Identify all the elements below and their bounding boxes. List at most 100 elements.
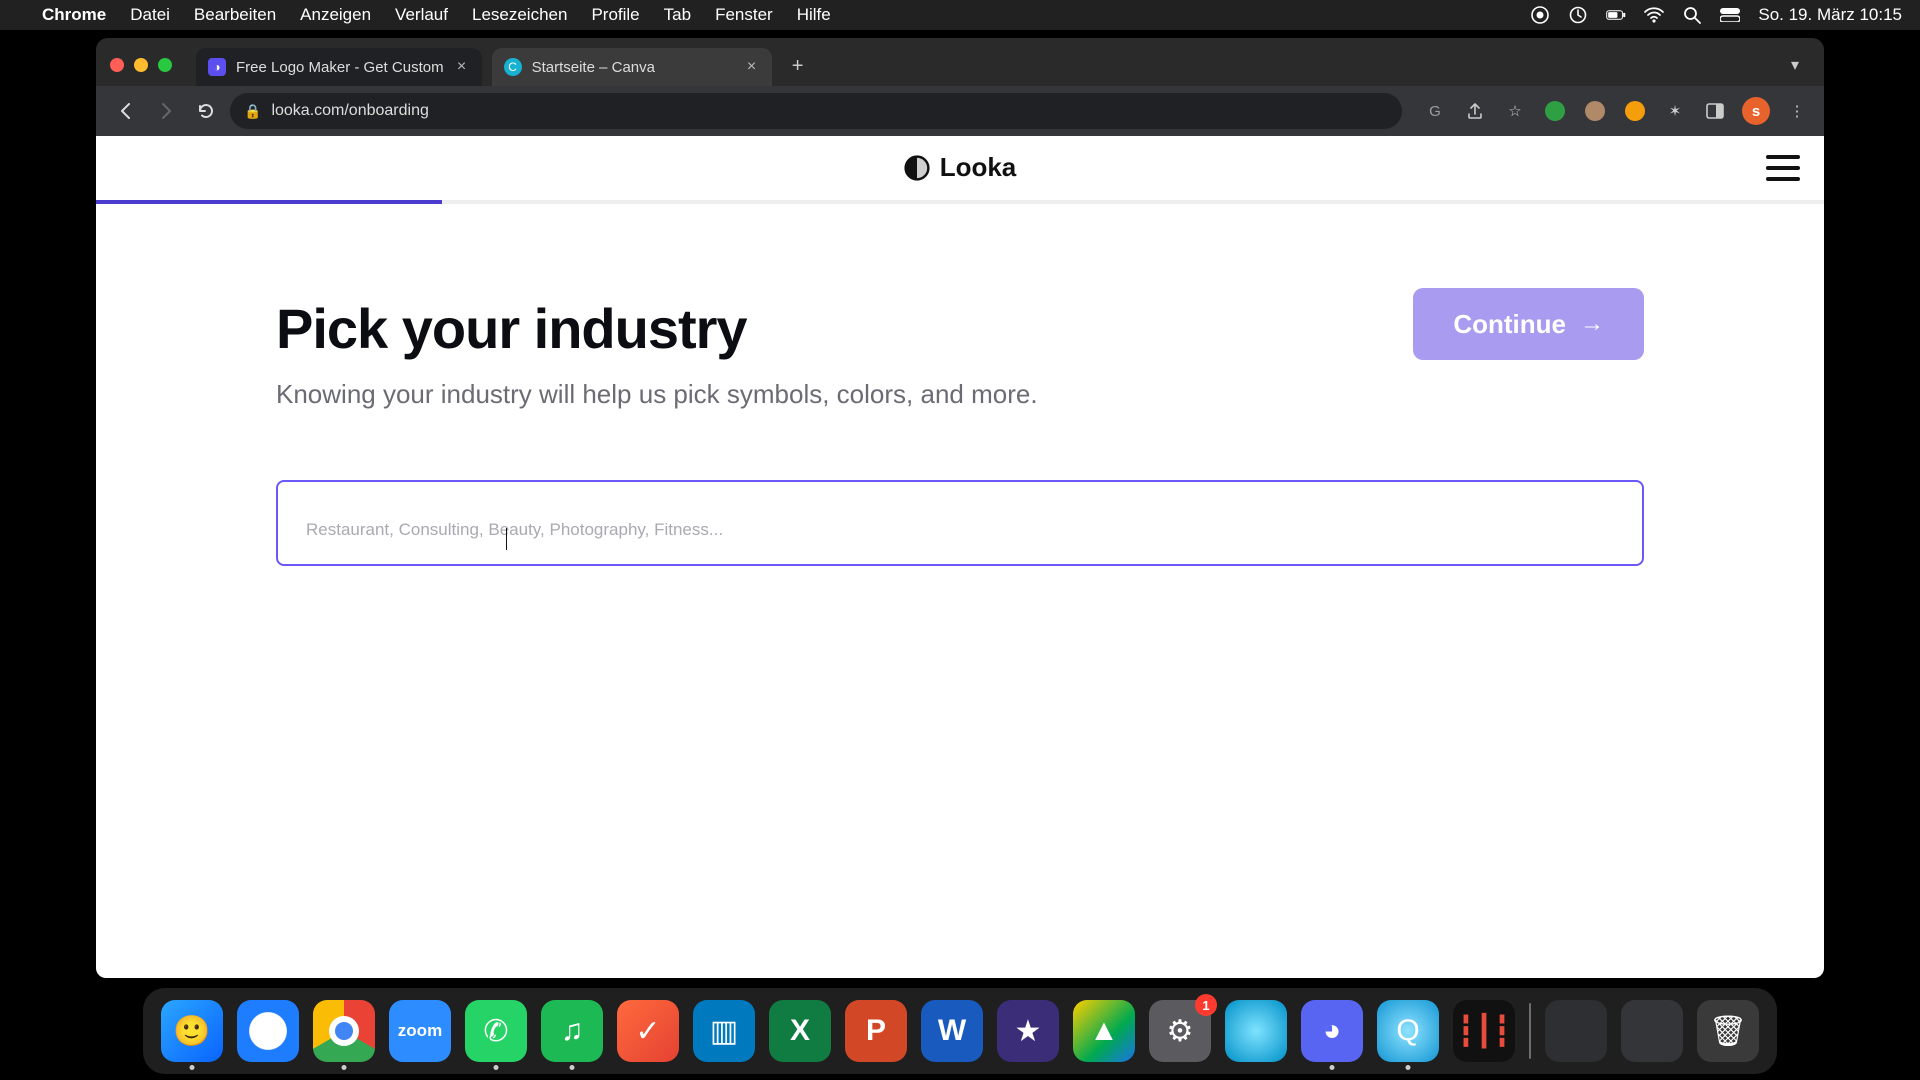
dock-trash[interactable]: 🗑 [1697,1000,1759,1062]
profile-avatar[interactable]: s [1742,97,1770,125]
dock-chrome[interactable] [313,1000,375,1062]
menu-hilfe[interactable]: Hilfe [797,5,831,25]
chrome-menu-icon[interactable]: ⋮ [1784,98,1810,124]
new-tab-button[interactable]: + [782,50,814,82]
dock-spotify[interactable]: ♫ [541,1000,603,1062]
todoist-icon: ✓ [635,1014,660,1049]
arrow-right-icon: → [1580,310,1604,338]
dock-minimized-1[interactable] [1545,1000,1607,1062]
dock-minimized-2[interactable] [1621,1000,1683,1062]
dock-todoist[interactable]: ✓ [617,1000,679,1062]
menu-fenster[interactable]: Fenster [715,5,773,25]
discord-icon: ◕ [1323,1014,1341,1048]
waveform-icon: ┇┃┇ [1457,1014,1511,1049]
dock-audio-app[interactable]: ┇┃┇ [1453,1000,1515,1062]
tab-overflow-icon[interactable]: ▾ [1780,50,1810,80]
dock-trello[interactable]: ▥ [693,1000,755,1062]
word-icon: W [938,1014,966,1048]
menu-bearbeiten[interactable]: Bearbeiten [194,5,276,25]
extension-orange-icon[interactable] [1622,98,1648,124]
page-viewport: Looka Continue → Pick your industry Know… [96,136,1824,978]
industry-input[interactable] [276,480,1644,566]
reload-button[interactable] [190,95,222,127]
screentime-icon[interactable] [1568,5,1588,25]
dock-zoom[interactable]: zoom [389,1000,451,1062]
excel-icon: X [790,1014,810,1048]
menu-button[interactable] [1766,155,1800,181]
continue-label: Continue [1453,309,1566,340]
dock-safari[interactable] [237,1000,299,1062]
dock-whatsapp[interactable]: ✆ [465,1000,527,1062]
extension-area: G ☆ ✶ s ⋮ [1422,97,1810,125]
tab-close-icon[interactable]: × [454,59,470,75]
extension-brown-icon[interactable] [1582,98,1608,124]
menu-lesezeichen[interactable]: Lesezeichen [472,5,567,25]
looka-logo-icon [904,155,930,181]
trash-icon: 🗑 [1709,1014,1747,1049]
sidepanel-icon[interactable] [1702,98,1728,124]
menu-datei[interactable]: Datei [130,5,170,25]
dock-imovie[interactable]: ★ [997,1000,1059,1062]
ppt-icon: P [866,1014,886,1048]
dock-powerpoint[interactable]: P [845,1000,907,1062]
menu-tab[interactable]: Tab [664,5,691,25]
url-text: looka.com/onboarding [271,102,428,120]
window-close-button[interactable] [110,58,124,72]
quicktime-icon: Q [1396,1014,1419,1048]
mac-menubar: Chrome Datei Bearbeiten Anzeigen Verlauf… [0,0,1920,30]
drive-icon: ▲ [1089,1014,1119,1048]
menu-anzeigen[interactable]: Anzeigen [300,5,371,25]
lock-icon: 🔒 [244,103,261,120]
window-controls [110,58,172,72]
menu-verlauf[interactable]: Verlauf [395,5,448,25]
share-icon[interactable] [1462,98,1488,124]
whatsapp-icon: ✆ [483,1014,508,1049]
dock-quicktime[interactable]: Q [1377,1000,1439,1062]
dock-blue-app[interactable] [1225,1000,1287,1062]
menu-profile[interactable]: Profile [591,5,639,25]
page-subtitle: Knowing your industry will help us pick … [276,379,1644,410]
window-zoom-button[interactable] [158,58,172,72]
tab-title: Startseite – Canva [532,59,734,76]
menubar-clock[interactable]: So. 19. März 10:15 [1758,5,1902,25]
nav-back-button[interactable] [110,95,142,127]
tab-strip: ◑ Free Logo Maker - Get Custom × C Start… [96,38,1824,86]
dock-word[interactable]: W [921,1000,983,1062]
dock-excel[interactable]: X [769,1000,831,1062]
record-status-icon[interactable] [1530,5,1550,25]
dock-drive[interactable]: ▲ [1073,1000,1135,1062]
spotify-icon: ♫ [561,1014,584,1048]
site-header: Looka [96,136,1824,200]
extension-green-icon[interactable] [1542,98,1568,124]
mac-dock: 🙂 zoom ✆ ♫ ✓ ▥ X P W ★ ▲ ⚙1 ◕ Q ┇┃┇ 🗑 [143,988,1777,1074]
gear-icon: ⚙ [1167,1014,1194,1049]
trello-icon: ▥ [710,1014,738,1049]
bookmark-star-icon[interactable]: ☆ [1502,98,1528,124]
imovie-icon: ★ [1015,1014,1042,1049]
brand[interactable]: Looka [904,152,1017,183]
settings-badge: 1 [1195,994,1217,1016]
dock-finder[interactable]: 🙂 [161,1000,223,1062]
chrome-window: ◑ Free Logo Maker - Get Custom × C Start… [96,38,1824,978]
industry-field-wrap [276,480,1644,566]
continue-button[interactable]: Continue → [1413,288,1644,360]
window-minimize-button[interactable] [134,58,148,72]
zoom-icon: zoom [398,1021,442,1041]
dock-separator [1529,1003,1531,1059]
tab-favicon-looka-icon: ◑ [208,58,226,76]
dock-discord[interactable]: ◕ [1301,1000,1363,1062]
spotlight-icon[interactable] [1682,5,1702,25]
translate-icon[interactable]: G [1422,98,1448,124]
wifi-icon[interactable] [1644,5,1664,25]
menubar-app-name[interactable]: Chrome [42,5,106,25]
address-bar[interactable]: 🔒 looka.com/onboarding [230,93,1402,129]
browser-tab-active[interactable]: ◑ Free Logo Maker - Get Custom × [196,48,482,86]
tab-close-icon[interactable]: × [744,59,760,75]
nav-forward-button[interactable] [150,95,182,127]
extensions-puzzle-icon[interactable]: ✶ [1662,98,1688,124]
browser-tab-canva[interactable]: C Startseite – Canva × [492,48,772,86]
control-center-icon[interactable] [1720,5,1740,25]
dock-settings[interactable]: ⚙1 [1149,1000,1211,1062]
finder-icon: 🙂 [173,1014,210,1049]
battery-icon[interactable] [1606,5,1626,25]
